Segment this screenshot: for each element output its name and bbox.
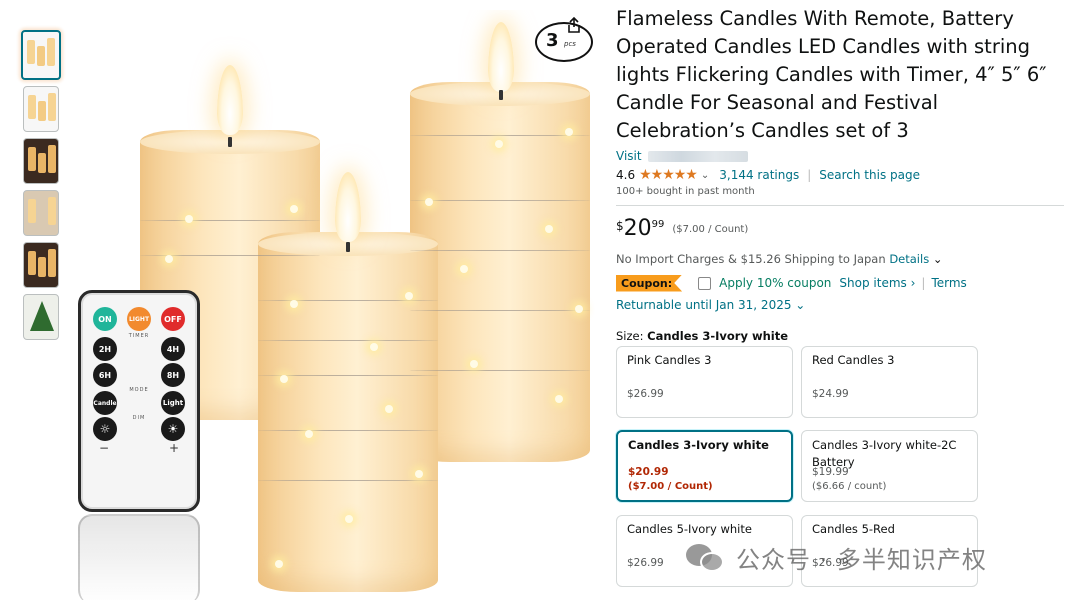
shop-items-link[interactable]: Shop items ›: [839, 276, 915, 290]
thumbnail-6[interactable]: [23, 294, 59, 340]
remote-light-mode-button: Light: [161, 391, 185, 415]
remote-light-button: LIGHT: [127, 307, 151, 331]
divider: [616, 205, 1064, 206]
watermark: 公众号 · 多半知识产权: [686, 540, 987, 575]
dim-up-icon: ☀: [161, 417, 185, 441]
price-block: $ 20 99 ($7.00 / Count): [616, 216, 1066, 246]
ratings-row: 4.6 ★★★★★ ⌄ 3,144 ratings | Search this …: [616, 167, 920, 183]
price-per-unit: ($7.00 / Count): [672, 224, 749, 235]
shipping-text: No Import Charges & $15.26 Shipping to J…: [616, 252, 886, 266]
swatch-price: $24.99: [812, 388, 849, 400]
remote-off-button: OFF: [161, 307, 185, 331]
price-whole: 20: [623, 216, 652, 241]
dim-down-icon: ☼: [93, 417, 117, 441]
swatch-candles-3-ivory-white[interactable]: Candles 3-Ivory white $20.99 ($7.00 / Co…: [616, 430, 793, 502]
watermark-text: 公众号 · 多半知识产权: [736, 546, 987, 574]
thumbnail-4[interactable]: [23, 190, 59, 236]
thumbnail-strip: [20, 30, 62, 346]
remote-plus-label: +: [169, 441, 180, 455]
product-details: Flameless Candles With Remote, Battery O…: [616, 5, 1066, 343]
remote-control: ON LIGHT OFF TIMER 2H 4H 6H 8H MODE Cand…: [78, 290, 200, 512]
remote-4h-button: 4H: [161, 337, 185, 361]
size-label-prefix: Size:: [616, 329, 644, 343]
selected-size: Candles 3-Ivory white: [647, 329, 789, 343]
swatch-price: $26.99: [627, 388, 664, 400]
share-icon[interactable]: [565, 16, 583, 34]
thumbnail-5[interactable]: [23, 242, 59, 288]
chevron-down-icon[interactable]: ⌄: [933, 252, 943, 266]
apply-coupon-label[interactable]: Apply 10% coupon: [719, 276, 831, 290]
remote-2h-button: 2H: [93, 337, 117, 361]
thumbnail-1[interactable]: [21, 30, 61, 80]
product-page: ON LIGHT OFF TIMER 2H 4H 6H 8H MODE Cand…: [0, 0, 1080, 603]
product-title: Flameless Candles With Remote, Battery O…: [616, 7, 1047, 142]
shipping-details-link[interactable]: Details: [889, 252, 929, 266]
terms-link[interactable]: Terms: [931, 276, 966, 290]
returnable-link[interactable]: Returnable until Jan 31, 2025 ⌄: [616, 298, 1066, 312]
swatch-price: $20.99: [628, 466, 669, 478]
ratings-count-link[interactable]: 3,144 ratings: [719, 168, 799, 182]
rating-value: 4.6: [616, 168, 636, 182]
swatch-candles-3-ivory-white-2c[interactable]: Candles 3-Ivory white-2C Battery $19.99 …: [801, 430, 978, 502]
star-icon[interactable]: ★★★★★: [639, 167, 698, 183]
swatch-pink-candles-3[interactable]: Pink Candles 3 $26.99: [616, 346, 793, 418]
remote-6h-button: 6H: [93, 363, 117, 387]
flame-center: [335, 172, 361, 242]
chevron-down-icon[interactable]: ⌄: [701, 170, 709, 181]
coupon-row: Coupon: Apply 10% coupon Shop items › | …: [616, 273, 1066, 293]
swatch-unit-price: ($7.00 / Count): [628, 481, 713, 492]
bought-count: 100+ bought in past month: [616, 186, 755, 197]
swatch-name: Candles 3-Ivory white: [628, 438, 769, 452]
badge-label: pcs: [564, 40, 576, 48]
swatch-red-candles-3[interactable]: Red Candles 3 $24.99: [801, 346, 978, 418]
swatch-name: Pink Candles 3: [627, 353, 712, 367]
wechat-icon: [686, 542, 726, 574]
price-symbol: $: [616, 219, 624, 233]
swatch-price: $19.99: [812, 466, 849, 478]
remote-8h-button: 8H: [161, 363, 185, 387]
flame-right: [488, 22, 514, 92]
thumbnail-3[interactable]: [23, 138, 59, 184]
remote-minus-label: −: [99, 441, 110, 455]
store-link[interactable]: Visit: [616, 148, 1066, 164]
image-count-badge: 3 pcs: [535, 22, 593, 62]
swatch-price: $26.99: [627, 557, 664, 569]
swatch-name: Candles 5-Ivory white: [627, 522, 752, 536]
price-fraction: 99: [651, 219, 665, 230]
swatch-name: Candles 5-Red: [812, 522, 895, 536]
coupon-checkbox[interactable]: [698, 276, 712, 290]
badge-number: 3: [546, 30, 559, 51]
shipping-info: No Import Charges & $15.26 Shipping to J…: [616, 252, 1066, 266]
swatch-name: Red Candles 3: [812, 353, 895, 367]
coupon-separator: |: [921, 276, 926, 290]
visit-label[interactable]: Visit: [616, 149, 642, 163]
remote-candle-button: Candle: [93, 391, 117, 415]
flame-left: [217, 65, 243, 135]
remote-on-button: ON: [93, 307, 117, 331]
search-page-link[interactable]: Search this page: [819, 168, 920, 182]
main-product-image[interactable]: ON LIGHT OFF TIMER 2H 4H 6H 8H MODE Cand…: [75, 10, 605, 600]
candle-center: [258, 232, 438, 592]
size-label: Size: Candles 3-Ivory white: [616, 329, 1066, 343]
thumbnail-2[interactable]: [23, 86, 59, 132]
store-name-redacted: [647, 150, 748, 162]
swatch-unit-price: ($6.66 / count): [812, 481, 887, 492]
remote-reflection: [78, 514, 200, 600]
coupon-badge: Coupon:: [616, 274, 683, 292]
